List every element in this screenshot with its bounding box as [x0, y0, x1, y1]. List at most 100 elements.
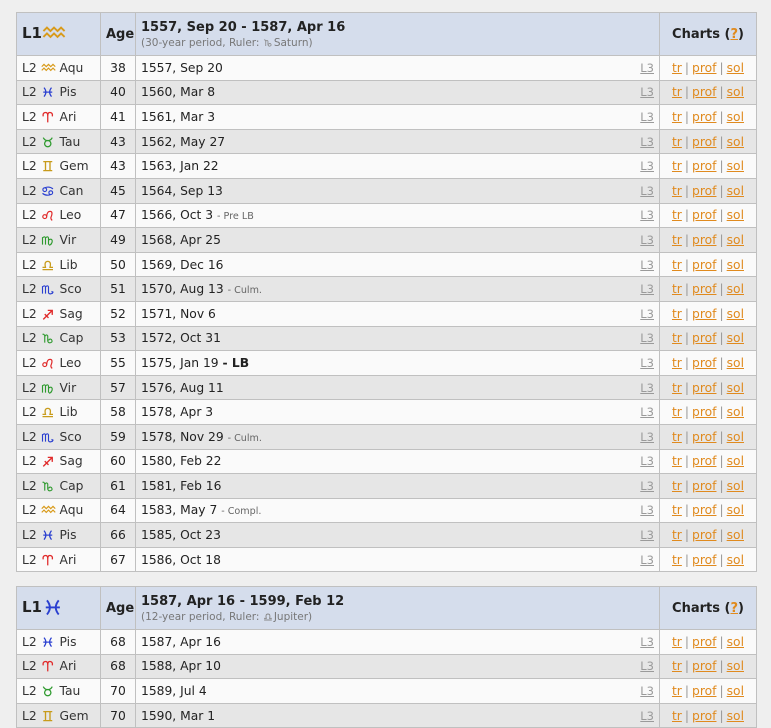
- sol-link[interactable]: sol: [727, 684, 744, 698]
- sol-link[interactable]: sol: [727, 503, 744, 517]
- tr-link[interactable]: tr: [672, 159, 682, 173]
- prof-link[interactable]: prof: [692, 356, 716, 370]
- l3-link[interactable]: L3: [640, 635, 654, 649]
- tr-link[interactable]: tr: [672, 405, 682, 419]
- prof-link[interactable]: prof: [692, 184, 716, 198]
- prof-link[interactable]: prof: [692, 528, 716, 542]
- prof-link[interactable]: prof: [692, 85, 716, 99]
- sol-link[interactable]: sol: [727, 479, 744, 493]
- sol-link[interactable]: sol: [727, 307, 744, 321]
- sol-link[interactable]: sol: [727, 208, 744, 222]
- sol-link[interactable]: sol: [727, 184, 744, 198]
- l3-link[interactable]: L3: [640, 258, 654, 272]
- sol-link[interactable]: sol: [727, 233, 744, 247]
- prof-link[interactable]: prof: [692, 709, 716, 723]
- l3-link[interactable]: L3: [640, 208, 654, 222]
- l3-link[interactable]: L3: [640, 528, 654, 542]
- prof-link[interactable]: prof: [692, 659, 716, 673]
- l3-link[interactable]: L3: [640, 430, 654, 444]
- sol-link[interactable]: sol: [727, 135, 744, 149]
- tr-link[interactable]: tr: [672, 282, 682, 296]
- tr-link[interactable]: tr: [672, 684, 682, 698]
- tr-link[interactable]: tr: [672, 503, 682, 517]
- l3-link[interactable]: L3: [640, 503, 654, 517]
- l3-link[interactable]: L3: [640, 331, 654, 345]
- prof-link[interactable]: prof: [692, 503, 716, 517]
- tr-link[interactable]: tr: [672, 659, 682, 673]
- tr-link[interactable]: tr: [672, 110, 682, 124]
- sol-link[interactable]: sol: [727, 659, 744, 673]
- l3-link[interactable]: L3: [640, 85, 654, 99]
- tr-link[interactable]: tr: [672, 208, 682, 222]
- prof-link[interactable]: prof: [692, 635, 716, 649]
- tr-link[interactable]: tr: [672, 553, 682, 567]
- sol-link[interactable]: sol: [727, 381, 744, 395]
- prof-link[interactable]: prof: [692, 61, 716, 75]
- charts-help-link[interactable]: ?: [730, 27, 738, 42]
- l3-link[interactable]: L3: [640, 233, 654, 247]
- l3-link[interactable]: L3: [640, 110, 654, 124]
- prof-link[interactable]: prof: [692, 110, 716, 124]
- tr-link[interactable]: tr: [672, 528, 682, 542]
- prof-link[interactable]: prof: [692, 258, 716, 272]
- prof-link[interactable]: prof: [692, 430, 716, 444]
- sol-link[interactable]: sol: [727, 553, 744, 567]
- l3-link[interactable]: L3: [640, 454, 654, 468]
- tr-link[interactable]: tr: [672, 430, 682, 444]
- prof-link[interactable]: prof: [692, 307, 716, 321]
- tr-link[interactable]: tr: [672, 307, 682, 321]
- tr-link[interactable]: tr: [672, 381, 682, 395]
- prof-link[interactable]: prof: [692, 381, 716, 395]
- charts-help-link[interactable]: ?: [730, 601, 738, 616]
- sol-link[interactable]: sol: [727, 528, 744, 542]
- tr-link[interactable]: tr: [672, 635, 682, 649]
- tr-link[interactable]: tr: [672, 258, 682, 272]
- prof-link[interactable]: prof: [692, 135, 716, 149]
- tr-link[interactable]: tr: [672, 479, 682, 493]
- l3-link[interactable]: L3: [640, 659, 654, 673]
- prof-link[interactable]: prof: [692, 684, 716, 698]
- sol-link[interactable]: sol: [727, 709, 744, 723]
- prof-link[interactable]: prof: [692, 208, 716, 222]
- sol-link[interactable]: sol: [727, 282, 744, 296]
- sol-link[interactable]: sol: [727, 110, 744, 124]
- tr-link[interactable]: tr: [672, 85, 682, 99]
- l3-link[interactable]: L3: [640, 61, 654, 75]
- prof-link[interactable]: prof: [692, 331, 716, 345]
- tr-link[interactable]: tr: [672, 331, 682, 345]
- tr-link[interactable]: tr: [672, 454, 682, 468]
- sol-link[interactable]: sol: [727, 258, 744, 272]
- prof-link[interactable]: prof: [692, 159, 716, 173]
- l3-link[interactable]: L3: [640, 356, 654, 370]
- l3-link[interactable]: L3: [640, 684, 654, 698]
- l3-link[interactable]: L3: [640, 405, 654, 419]
- prof-link[interactable]: prof: [692, 405, 716, 419]
- sol-link[interactable]: sol: [727, 85, 744, 99]
- prof-link[interactable]: prof: [692, 282, 716, 296]
- prof-link[interactable]: prof: [692, 553, 716, 567]
- l3-link[interactable]: L3: [640, 479, 654, 493]
- prof-link[interactable]: prof: [692, 479, 716, 493]
- l3-link[interactable]: L3: [640, 282, 654, 296]
- sol-link[interactable]: sol: [727, 454, 744, 468]
- tr-link[interactable]: tr: [672, 184, 682, 198]
- l3-link[interactable]: L3: [640, 135, 654, 149]
- sol-link[interactable]: sol: [727, 635, 744, 649]
- tr-link[interactable]: tr: [672, 61, 682, 75]
- l3-link[interactable]: L3: [640, 159, 654, 173]
- prof-link[interactable]: prof: [692, 454, 716, 468]
- l3-link[interactable]: L3: [640, 307, 654, 321]
- tr-link[interactable]: tr: [672, 356, 682, 370]
- sol-link[interactable]: sol: [727, 430, 744, 444]
- prof-link[interactable]: prof: [692, 233, 716, 247]
- sol-link[interactable]: sol: [727, 61, 744, 75]
- sol-link[interactable]: sol: [727, 405, 744, 419]
- l3-link[interactable]: L3: [640, 553, 654, 567]
- tr-link[interactable]: tr: [672, 709, 682, 723]
- l3-link[interactable]: L3: [640, 381, 654, 395]
- l3-link[interactable]: L3: [640, 709, 654, 723]
- tr-link[interactable]: tr: [672, 135, 682, 149]
- sol-link[interactable]: sol: [727, 331, 744, 345]
- sol-link[interactable]: sol: [727, 356, 744, 370]
- sol-link[interactable]: sol: [727, 159, 744, 173]
